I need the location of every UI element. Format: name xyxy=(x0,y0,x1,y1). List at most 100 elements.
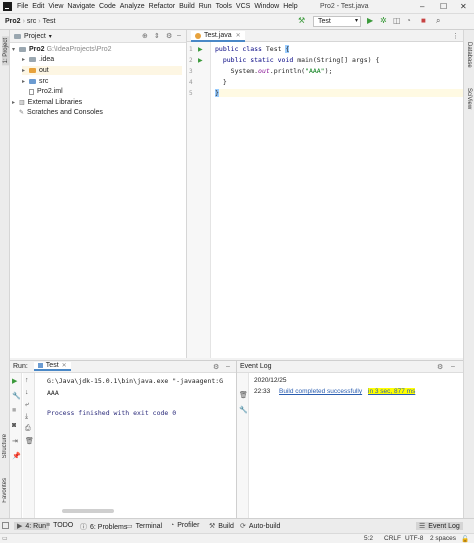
scroll-to-end-icon[interactable]: ⤓ xyxy=(25,413,28,421)
camera-icon[interactable]: ◙ xyxy=(12,422,16,429)
print-icon[interactable]: ⎙ xyxy=(25,425,31,433)
hide-panel-icon[interactable]: – xyxy=(451,363,455,370)
auto-build-tool-tab[interactable]: ⟳ Auto-build xyxy=(240,522,280,531)
run-class-gutter-icon[interactable]: ▶ xyxy=(198,46,203,53)
lock-icon[interactable]: 🔓 xyxy=(461,535,469,543)
run-tab-label: Test xyxy=(45,362,59,369)
profile-icon[interactable]: ◔ xyxy=(406,17,411,25)
arrow-down-icon[interactable]: ↓ xyxy=(25,389,29,396)
run-configuration-select[interactable]: Test ▾ xyxy=(313,16,361,27)
menu-run[interactable]: Run xyxy=(197,3,214,10)
event-log-toolbar: 🗑 🔧 xyxy=(237,373,249,519)
wrench-icon[interactable]: 🔧 xyxy=(12,392,21,400)
code-editor[interactable]: Test.java ✕ ⋮ 1 2 3 4 5 ▶ ▶ public class… xyxy=(187,30,463,358)
event-log-panel: Event Log ⚙ – 🗑 🔧 2020/12/25 22:33 Build… xyxy=(237,360,463,519)
globe-icon[interactable]: ⊕ xyxy=(142,32,148,40)
status-info-icon[interactable]: ▭ xyxy=(2,535,8,542)
menu-view[interactable]: View xyxy=(46,3,65,10)
expand-arrow-icon[interactable]: ▸ xyxy=(22,78,29,85)
soft-wrap-icon[interactable]: ⤶ xyxy=(25,401,29,409)
event-duration-link[interactable]: in 3 sec, 877 ms xyxy=(368,388,416,395)
run-tab-test[interactable]: Test ✕ xyxy=(33,362,71,371)
menu-file[interactable]: File xyxy=(15,3,30,10)
breadcrumb-test[interactable]: Test xyxy=(41,18,58,25)
expand-arrow-icon[interactable]: ▾ xyxy=(12,46,19,53)
breadcrumb-project[interactable]: Pro2 xyxy=(3,18,23,25)
tree-item-iml[interactable]: Pro2.iml xyxy=(29,87,63,96)
tool-window-toggle-icon[interactable] xyxy=(2,522,9,529)
tree-item-scratches[interactable]: ✎ Scratches and Consoles xyxy=(19,108,103,117)
caret-position[interactable]: 5:2 xyxy=(364,535,373,542)
hide-panel-icon[interactable]: – xyxy=(226,363,230,370)
split-editor-icon[interactable]: ⋮ xyxy=(452,32,459,40)
tree-item-out[interactable]: ▸ out xyxy=(22,66,182,75)
menu-help[interactable]: Help xyxy=(281,3,299,10)
run-panel-label: Run: xyxy=(13,363,28,370)
tree-item-pro2[interactable]: ▾ Pro2 G:\IdeaProjects\Pro2 xyxy=(12,45,112,54)
menu-refactor[interactable]: Refactor xyxy=(147,3,177,10)
run-method-gutter-icon[interactable]: ▶ xyxy=(198,57,203,64)
search-icon[interactable]: ⌕ xyxy=(436,17,440,25)
sciview-tool-tab[interactable]: SciView xyxy=(466,88,472,109)
expand-arrow-icon[interactable]: ▸ xyxy=(22,67,29,74)
database-tool-tab[interactable]: Database xyxy=(466,42,472,68)
hammer-build-icon[interactable]: ⚒ xyxy=(298,17,305,25)
line-separator[interactable]: CRLF xyxy=(384,535,401,542)
debug-icon[interactable]: ✲ xyxy=(380,17,387,25)
rerun-icon[interactable]: ▶ xyxy=(12,377,17,385)
minimize-button[interactable]: – xyxy=(420,2,424,11)
collapse-icon[interactable]: ⇕ xyxy=(154,32,160,40)
project-panel-title[interactable]: Project xyxy=(24,33,46,40)
menu-window[interactable]: Window xyxy=(252,3,281,10)
indent-setting[interactable]: 2 spaces xyxy=(430,535,456,542)
code-token: .println( xyxy=(269,67,306,75)
tree-item-external-libraries[interactable]: ▸ ▥ External Libraries xyxy=(12,98,82,107)
profiler-tool-tab[interactable]: ◔ Profiler xyxy=(170,522,199,529)
menu-tools[interactable]: Tools xyxy=(214,3,234,10)
coverage-icon[interactable]: ◫ xyxy=(393,17,401,25)
menu-analyze[interactable]: Analyze xyxy=(118,3,147,10)
exit-icon[interactable]: ⇥ xyxy=(12,437,18,445)
close-icon[interactable]: ✕ xyxy=(236,32,241,39)
event-log-tool-tab[interactable]: ☰ Event Log xyxy=(416,522,463,530)
maximize-button[interactable]: ☐ xyxy=(440,2,447,11)
wrench-icon[interactable]: 🔧 xyxy=(239,406,248,414)
menu-code[interactable]: Code xyxy=(97,3,118,10)
stop-icon[interactable]: ■ xyxy=(421,17,426,25)
terminal-tool-tab[interactable]: ▭ Terminal xyxy=(126,522,162,531)
expand-arrow-icon[interactable]: ▸ xyxy=(22,56,29,63)
clear-all-icon[interactable]: 🗑 xyxy=(25,437,34,445)
gear-icon[interactable]: ⚙ xyxy=(213,363,219,371)
menu-navigate[interactable]: Navigate xyxy=(65,3,97,10)
breadcrumb-src[interactable]: src xyxy=(25,18,38,25)
close-window-button[interactable]: ✕ xyxy=(460,2,467,11)
build-tool-tab[interactable]: ⚒ Build xyxy=(209,522,234,531)
file-encoding[interactable]: UTF-8 xyxy=(405,535,423,542)
gear-icon[interactable]: ⚙ xyxy=(166,32,172,40)
tree-item-src[interactable]: ▸ src xyxy=(22,77,48,86)
project-tool-tab[interactable]: 1: Project xyxy=(2,36,10,66)
editor-tab-test-java[interactable]: Test.java ✕ xyxy=(191,31,245,42)
expand-arrow-icon[interactable]: ▸ xyxy=(12,99,19,106)
favorites-tool-tab[interactable]: Favorites xyxy=(2,478,8,503)
close-icon[interactable]: ✕ xyxy=(62,362,67,369)
run-icon[interactable]: ▶ xyxy=(367,17,373,25)
todo-tool-tab[interactable]: ≡ TODO xyxy=(46,522,73,529)
tree-item-label: out xyxy=(39,67,49,74)
hide-panel-icon[interactable]: – xyxy=(177,32,181,39)
run-tool-tab[interactable]: ▶ 4: Run xyxy=(14,522,50,530)
menu-vcs[interactable]: VCS xyxy=(234,3,252,10)
menu-build[interactable]: Build xyxy=(177,3,197,10)
arrow-up-icon[interactable]: ↑ xyxy=(25,377,29,384)
menu-edit[interactable]: Edit xyxy=(30,3,46,10)
chevron-down-icon[interactable]: ▾ xyxy=(49,33,52,40)
horizontal-scrollbar[interactable] xyxy=(62,509,114,513)
structure-tool-tab[interactable]: Structure xyxy=(2,434,8,458)
stop-icon[interactable]: ■ xyxy=(12,407,16,414)
tree-item-idea[interactable]: ▸ .idea xyxy=(22,55,54,64)
clear-all-icon[interactable]: 🗑 xyxy=(239,391,248,399)
problems-tool-tab[interactable]: ⓘ 6: Problems xyxy=(80,522,127,532)
pin-icon[interactable]: 📌 xyxy=(12,452,21,460)
event-message-link[interactable]: Build completed successfully xyxy=(279,388,362,395)
gear-icon[interactable]: ⚙ xyxy=(437,363,443,371)
